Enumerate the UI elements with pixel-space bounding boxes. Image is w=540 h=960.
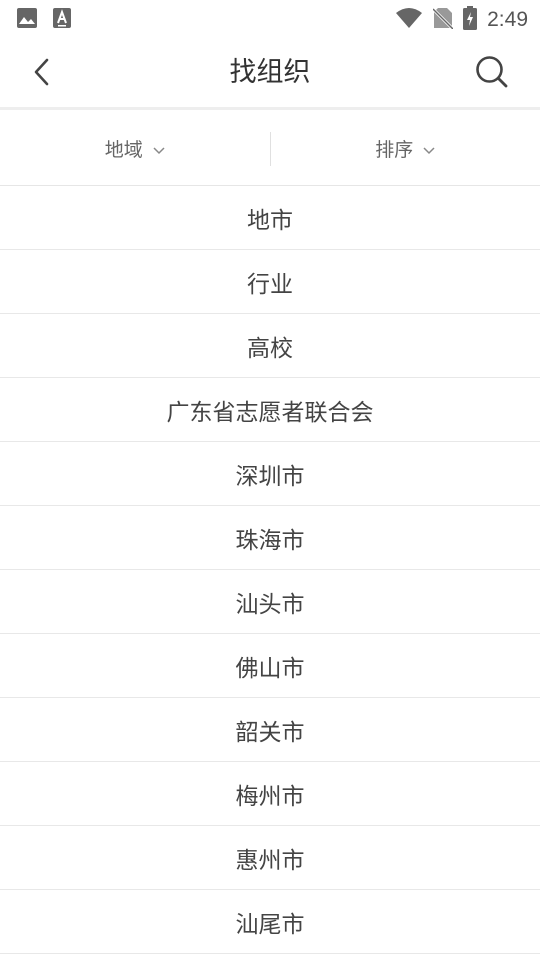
filter-sort-label: 排序 — [375, 139, 414, 161]
list-item[interactable]: 佛山市 — [0, 634, 540, 698]
search-button[interactable] — [472, 54, 512, 94]
battery-charging-icon — [463, 6, 478, 34]
list-item[interactable]: 行业 — [0, 250, 540, 314]
org-list: 地市 行业 高校 广东省志愿者联合会 深圳市 珠海市 汕头市 佛山市 韶关市 梅… — [0, 186, 540, 954]
list-item[interactable]: 梅州市 — [0, 762, 540, 826]
wifi-icon — [395, 7, 423, 33]
list-item[interactable]: 广东省志愿者联合会 — [0, 378, 540, 442]
search-icon — [475, 55, 509, 93]
font-download-icon — [52, 7, 72, 33]
status-bar-system: 2:49 — [395, 6, 528, 34]
status-bar: 2:49 — [0, 0, 540, 36]
list-item[interactable]: 惠州市 — [0, 826, 540, 890]
status-bar-notifications — [16, 7, 72, 33]
chevron-down-icon — [153, 138, 165, 160]
status-time: 2:49 — [487, 8, 528, 31]
image-icon — [16, 7, 38, 33]
filter-sort-dropdown[interactable]: 排序 — [271, 112, 540, 185]
no-sim-icon — [432, 7, 455, 33]
filter-bar: 地域 排序 — [0, 112, 540, 186]
list-item[interactable]: 高校 — [0, 314, 540, 378]
app-bar: 找组织 — [0, 36, 540, 110]
chevron-down-icon — [423, 138, 435, 160]
list-item[interactable]: 深圳市 — [0, 442, 540, 506]
filter-region-label: 地域 — [104, 139, 143, 161]
list-item[interactable]: 韶关市 — [0, 698, 540, 762]
list-item[interactable]: 珠海市 — [0, 506, 540, 570]
list-item[interactable]: 汕头市 — [0, 570, 540, 634]
page-title: 找组织 — [229, 57, 311, 88]
list-item[interactable]: 汕尾市 — [0, 890, 540, 954]
filter-region-dropdown[interactable]: 地域 — [0, 112, 270, 185]
list-item[interactable]: 地市 — [0, 186, 540, 250]
